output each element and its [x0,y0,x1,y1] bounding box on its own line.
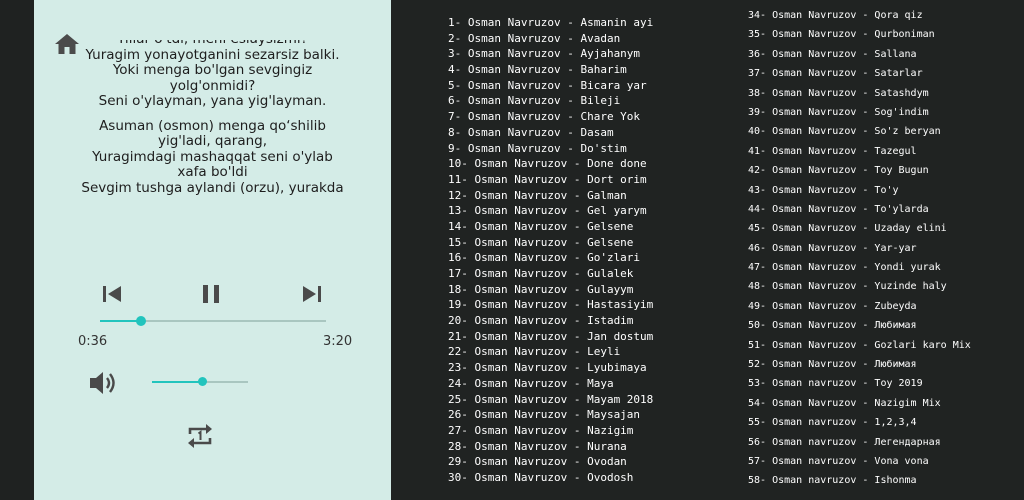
track-item[interactable]: 50- Osman Navruzov - Любимая [748,316,971,335]
track-item[interactable]: 45- Osman Navruzov - Uzaday elini [748,219,971,238]
left-margin [0,0,34,500]
track-item[interactable]: 30- Osman Navruzov - Ovodosh [448,470,653,486]
skip-next-icon[interactable] [300,283,324,305]
track-item[interactable]: 36- Osman Navruzov - Sallana [748,45,971,64]
pause-icon[interactable] [200,283,222,305]
lyrics-stanza: Asuman (osmon) menga qo‘shilib yig'ladi, … [34,117,391,197]
track-item[interactable]: 22- Osman Navruzov - Leyli [448,344,653,360]
track-item[interactable]: 38- Osman Navruzov - Satashdym [748,84,971,103]
track-item[interactable]: 7- Osman Navruzov - Chare Yok [448,109,653,125]
track-item[interactable]: 49- Osman Navruzov - Zubeyda [748,297,971,316]
track-item[interactable]: 43- Osman Navruzov - To'y [748,181,971,200]
track-item[interactable]: 37- Osman Navruzov - Satarlar [748,64,971,83]
track-item[interactable]: 57- Osman navruzov - Vona vona [748,452,971,471]
track-item[interactable]: 39- Osman Navruzov - Sog'indim [748,103,971,122]
lyrics-text: Yillar o'tdi, meni eslaysizmi?Yuragim yo… [34,40,391,205]
playlist-column-1: 1- Osman Navruzov - Asmanin ayi 2- Osman … [448,15,653,486]
track-item[interactable]: 51- Osman Navruzov - Gozlari karo Mix [748,336,971,355]
track-item[interactable]: 12- Osman Navruzov - Galman [448,188,653,204]
track-item[interactable]: 24- Osman Navruzov - Maya [448,376,653,392]
track-item[interactable]: 23- Osman Navruzov - Lyubimaya [448,360,653,376]
track-item[interactable]: 21- Osman Navruzov - Jan dostum [448,329,653,345]
track-item[interactable]: 58- Osman navruzov - Ishonma [748,471,971,490]
track-item[interactable]: 52- Osman Navruzov - Любимая [748,355,971,374]
track-item[interactable]: 17- Osman Navruzov - Gulalek [448,266,653,282]
track-item[interactable]: 44- Osman Navruzov - To'ylarda [748,200,971,219]
lyric-line: Asuman (osmon) menga qo‘shilib [99,117,326,134]
track-item[interactable]: 42- Osman Navruzov - Toy Bugun [748,161,971,180]
track-item[interactable]: 10- Osman Navruzov - Done done [448,156,653,172]
playlist-panel: 1- Osman Navruzov - Asmanin ayi 2- Osman … [391,0,1024,500]
lyric-line: xafa bo'ldi [177,164,248,180]
track-item[interactable]: 3- Osman Navruzov - Ayjahanym [448,46,653,62]
lyric-line: Yoki menga bo'lgan sevgingiz [112,62,313,78]
repeat-one-icon[interactable] [184,422,216,450]
lyric-line: Sevgim tushga aylandi (orzu), yurakda [81,179,344,196]
track-item[interactable]: 53- Osman navruzov - Toy 2019 [748,374,971,393]
seek-thumb[interactable] [135,316,146,326]
current-time: 0:36 [78,334,108,349]
lyric-line: Yuragimdagi mashaqqat seni o'ylab [92,148,333,165]
track-item[interactable]: 11- Osman Navruzov - Dort orim [448,172,653,188]
volume-level [152,381,203,383]
track-item[interactable]: 8- Osman Navruzov - Dasam [448,125,653,141]
track-item[interactable]: 56- Osman navruzov - Легендарная [748,433,971,452]
track-item[interactable]: 14- Osman Navruzov - Gelsene [448,219,653,235]
track-item[interactable]: 26- Osman Navruzov - Maysajan [448,407,653,423]
track-item[interactable]: 54- Osman Navruzov - Nazigim Mix [748,394,971,413]
track-item[interactable]: 4- Osman Navruzov - Baharim [448,62,653,78]
lyric-line: yolg'onmidi? [169,77,256,94]
track-item[interactable]: 41- Osman Navruzov - Tazegul [748,142,971,161]
track-item[interactable]: 48- Osman Navruzov - Yuzinde haly [748,277,971,296]
lyric-line: yig'ladi, qarang, [157,133,268,149]
seek-progress [100,320,141,322]
lyrics-stanza: Yillar o'tdi, meni eslaysizmi?Yuragim yo… [34,40,391,110]
track-item[interactable]: 6- Osman Navruzov - Bileji [448,93,653,109]
lyrics-area[interactable]: Yillar o'tdi, meni eslaysizmi?Yuragim yo… [34,40,391,232]
track-item[interactable]: 13- Osman Navruzov - Gel yarym [448,203,653,219]
volume-thumb[interactable] [198,377,208,386]
skip-previous-icon[interactable] [100,283,124,305]
track-item[interactable]: 40- Osman Navruzov - So'z beryan [748,122,971,141]
track-item[interactable]: 2- Osman Navruzov - Avadan [448,31,653,47]
track-item[interactable]: 29- Osman Navruzov - Ovodan [448,454,653,470]
track-item[interactable]: 27- Osman Navruzov - Nazigim [448,423,653,439]
track-item[interactable]: 34- Osman Navruzov - Qora qiz [748,6,971,25]
track-item[interactable]: 46- Osman Navruzov - Yar-yar [748,239,971,258]
track-item[interactable]: 16- Osman Navruzov - Go'zlari [448,250,653,266]
lyric-line: Seni o'ylayman, yana yig'layman. [98,93,327,109]
player-panel: Yillar o'tdi, meni eslaysizmi?Yuragim yo… [34,0,391,500]
track-item[interactable]: 18- Osman Navruzov - Gulayym [448,282,653,298]
track-item[interactable]: 15- Osman Navruzov - Gelsene [448,235,653,251]
volume-icon[interactable] [88,369,120,397]
track-item[interactable]: 5- Osman Navruzov - Bicara yar [448,78,653,94]
playlist-column-2: 34- Osman Navruzov - Qora qiz 35- Osman N… [748,6,971,491]
track-item[interactable]: 55- Osman navruzov - 1,2,3,4 [748,413,971,432]
track-item[interactable]: 35- Osman Navruzov - Qurboniman [748,25,971,44]
track-item[interactable]: 47- Osman Navruzov - Yondi yurak [748,258,971,277]
track-item[interactable]: 9- Osman Navruzov - Do'stim [448,141,653,157]
track-item[interactable]: 28- Osman Navruzov - Nurana [448,439,653,455]
total-time: 3:20 [323,334,353,349]
track-item[interactable]: 25- Osman Navruzov - Mayam 2018 [448,392,653,408]
track-item[interactable]: 19- Osman Navruzov - Hastasiyim [448,297,653,313]
lyric-line: Yuragim yonayotganini sezarsiz balki. [85,46,340,63]
track-item[interactable]: 1- Osman Navruzov - Asmanin ayi [448,15,653,31]
track-item[interactable]: 20- Osman Navruzov - Istadim [448,313,653,329]
